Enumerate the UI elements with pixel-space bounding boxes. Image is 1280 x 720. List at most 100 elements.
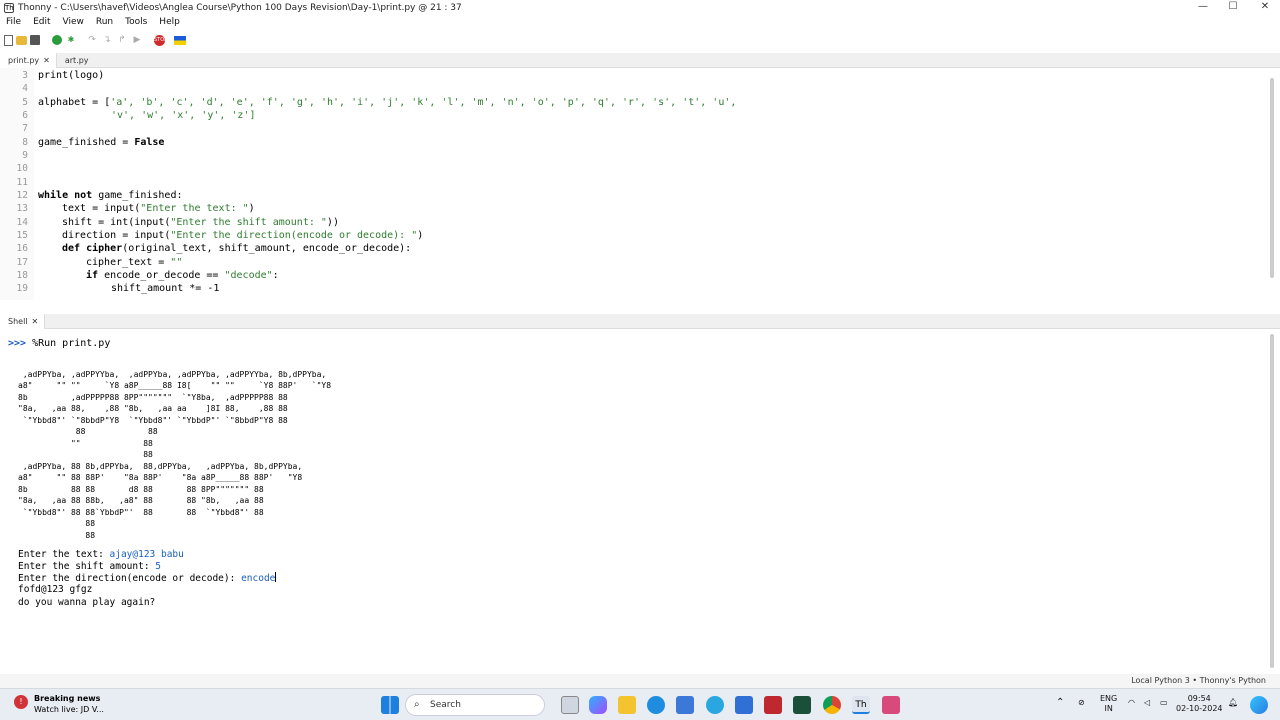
line-number: 4 bbox=[22, 83, 28, 94]
line-number: 12 bbox=[16, 190, 28, 201]
volume-icon[interactable]: ◁ bbox=[1144, 698, 1150, 708]
code-text: )) bbox=[326, 217, 339, 228]
ascii-art-line: "" 88 bbox=[18, 439, 153, 448]
ascii-art-line: 88 bbox=[18, 531, 96, 540]
close-tab-icon[interactable]: ✕ bbox=[43, 53, 50, 68]
news-widget[interactable]: Breaking news Watch live: JD V... bbox=[34, 693, 104, 715]
shell-user-input: ajay@123 babu bbox=[109, 549, 184, 560]
code-function-name: cipher bbox=[80, 243, 123, 254]
run-icon[interactable] bbox=[52, 35, 62, 45]
minimize-button[interactable]: — bbox=[1188, 0, 1218, 15]
tab-shell[interactable]: Shell ✕ bbox=[0, 314, 46, 329]
edge-icon[interactable] bbox=[647, 696, 665, 714]
language-region: IN bbox=[1104, 704, 1113, 713]
tab-print-py[interactable]: print.py ✕ bbox=[0, 53, 57, 68]
news-alert-icon[interactable]: ! bbox=[14, 695, 28, 709]
line-number: 14 bbox=[16, 217, 28, 228]
resume-icon[interactable]: ▶ bbox=[131, 34, 143, 46]
taskview-icon[interactable] bbox=[561, 696, 579, 714]
close-button[interactable]: ✕ bbox=[1250, 0, 1280, 15]
app-icon[interactable] bbox=[764, 696, 782, 714]
window-title: Thonny - C:\Users\havef\Videos\Anglea Co… bbox=[18, 2, 462, 13]
close-tab-icon[interactable]: ✕ bbox=[32, 314, 39, 329]
shell-output-line: Enter the direction(encode or decode): e… bbox=[18, 572, 277, 584]
thonny-app-icon: Th bbox=[4, 2, 14, 13]
chevron-up-icon[interactable]: ⌃ bbox=[1056, 698, 1064, 708]
save-icon[interactable] bbox=[30, 35, 40, 45]
line-number: 7 bbox=[22, 123, 28, 134]
tab-label: print.py bbox=[8, 56, 40, 65]
app-icon[interactable] bbox=[793, 696, 811, 714]
clock[interactable]: 09:54 02-10-2024 bbox=[1176, 694, 1223, 714]
battery-icon[interactable]: ▭ bbox=[1160, 698, 1168, 708]
line-number: 6 bbox=[22, 110, 28, 121]
code-line: def cipher(original_text, shift_amount, … bbox=[62, 243, 411, 254]
line-number: 18 bbox=[16, 270, 28, 281]
code-text: game_finished: bbox=[92, 190, 183, 201]
windows-start-icon[interactable] bbox=[381, 696, 399, 714]
app-icon[interactable] bbox=[882, 696, 900, 714]
flag-icon[interactable] bbox=[174, 35, 186, 45]
code-text: direction = input( bbox=[62, 230, 171, 241]
line-number: 13 bbox=[16, 203, 28, 214]
shell-output-line: Enter the shift amount: 5 bbox=[18, 561, 161, 572]
code-keyword: if bbox=[86, 270, 99, 281]
line-number: 19 bbox=[16, 283, 28, 294]
search-placeholder: Search bbox=[430, 700, 461, 710]
wifi-icon[interactable]: ◠ bbox=[1128, 698, 1135, 708]
app-icon[interactable] bbox=[706, 696, 724, 714]
file-explorer-icon[interactable] bbox=[618, 696, 636, 714]
notification-bell-icon[interactable]: 🔔︎ bbox=[1228, 698, 1238, 708]
debug-icon[interactable]: ✱ bbox=[65, 34, 77, 46]
shell-console[interactable]: >>> %Run print.py ,adPPYba, ,adPPYYba, ,… bbox=[0, 330, 1280, 674]
chrome-icon[interactable] bbox=[823, 696, 841, 714]
taskbar-search[interactable]: ⌕ Search bbox=[405, 694, 545, 716]
code-line: while not game_finished: bbox=[38, 190, 183, 201]
language-indicator[interactable]: ENG IN bbox=[1100, 694, 1117, 714]
ascii-art-line: `"Ybbd8"' 88 88`YbbdP"' 88 88 `"Ybbd8"' … bbox=[18, 508, 264, 517]
menu-help[interactable]: Help bbox=[159, 17, 180, 27]
copilot-icon[interactable] bbox=[589, 696, 607, 714]
code-string: "" bbox=[170, 257, 183, 268]
shell-scrollbar[interactable] bbox=[1270, 334, 1274, 668]
editor-scrollbar[interactable] bbox=[1270, 78, 1274, 278]
store-icon[interactable] bbox=[676, 696, 694, 714]
code-line: shift_amount *= -1 bbox=[111, 283, 219, 294]
code-string: "Enter the shift amount: " bbox=[170, 217, 327, 228]
stop-icon[interactable]: STOP bbox=[154, 34, 167, 46]
open-file-icon[interactable] bbox=[16, 35, 27, 45]
editor-tabs: print.py ✕ art.py bbox=[0, 53, 1280, 68]
menu-file[interactable]: File bbox=[6, 17, 21, 27]
menu-view[interactable]: View bbox=[63, 17, 84, 27]
app-icon[interactable] bbox=[735, 696, 753, 714]
code-keyword: while not bbox=[38, 190, 93, 201]
menu-bar: File Edit View Run Tools Help bbox=[0, 15, 1280, 29]
code-line: game_finished = False bbox=[38, 137, 164, 148]
code-string: 'a', 'b', 'c', 'd', 'e', 'f', 'g', 'h', … bbox=[110, 97, 737, 108]
menu-edit[interactable]: Edit bbox=[33, 17, 50, 27]
shell-command-line: >>> %Run print.py bbox=[8, 338, 110, 349]
language-code: ENG bbox=[1100, 694, 1118, 703]
step-into-icon[interactable]: ↴ bbox=[101, 34, 113, 46]
copilot-tray-icon[interactable] bbox=[1250, 696, 1268, 714]
ascii-art-line: ,adPPYba, ,adPPYYba, ,adPPYba, ,adPPYba,… bbox=[18, 370, 327, 379]
code-text: alphabet = [ bbox=[38, 97, 111, 108]
menu-tools[interactable]: Tools bbox=[125, 17, 147, 27]
code-text: : bbox=[272, 270, 279, 281]
tab-art-py[interactable]: art.py bbox=[57, 53, 95, 68]
maximize-button[interactable]: ☐ bbox=[1218, 0, 1248, 15]
network-off-icon[interactable]: ⊘ bbox=[1078, 698, 1085, 708]
ascii-art-line: a8" "" "" `Y8 a8P_____88 I8[ "" "" `Y8 8… bbox=[18, 381, 332, 390]
menu-run[interactable]: Run bbox=[96, 17, 113, 27]
code-editor[interactable]: 3 4 5 6 7 8 9 10 11 12 13 14 15 16 17 18… bbox=[0, 68, 1280, 300]
step-over-icon[interactable]: ↷ bbox=[86, 34, 98, 46]
code-line: direction = input("Enter the direction(e… bbox=[62, 230, 423, 241]
code-text: ) bbox=[248, 203, 255, 214]
line-number-gutter: 3 4 5 6 7 8 9 10 11 12 13 14 15 16 17 18… bbox=[0, 68, 34, 300]
thonny-icon[interactable]: Th bbox=[852, 696, 870, 714]
interpreter-status[interactable]: Local Python 3 • Thonny's Python bbox=[1131, 676, 1266, 685]
shell-prompt-text: Enter the text: bbox=[18, 549, 110, 560]
new-file-icon[interactable] bbox=[4, 34, 13, 46]
step-out-icon[interactable]: ↱ bbox=[116, 34, 128, 46]
ascii-art-line: 88 bbox=[18, 519, 96, 528]
